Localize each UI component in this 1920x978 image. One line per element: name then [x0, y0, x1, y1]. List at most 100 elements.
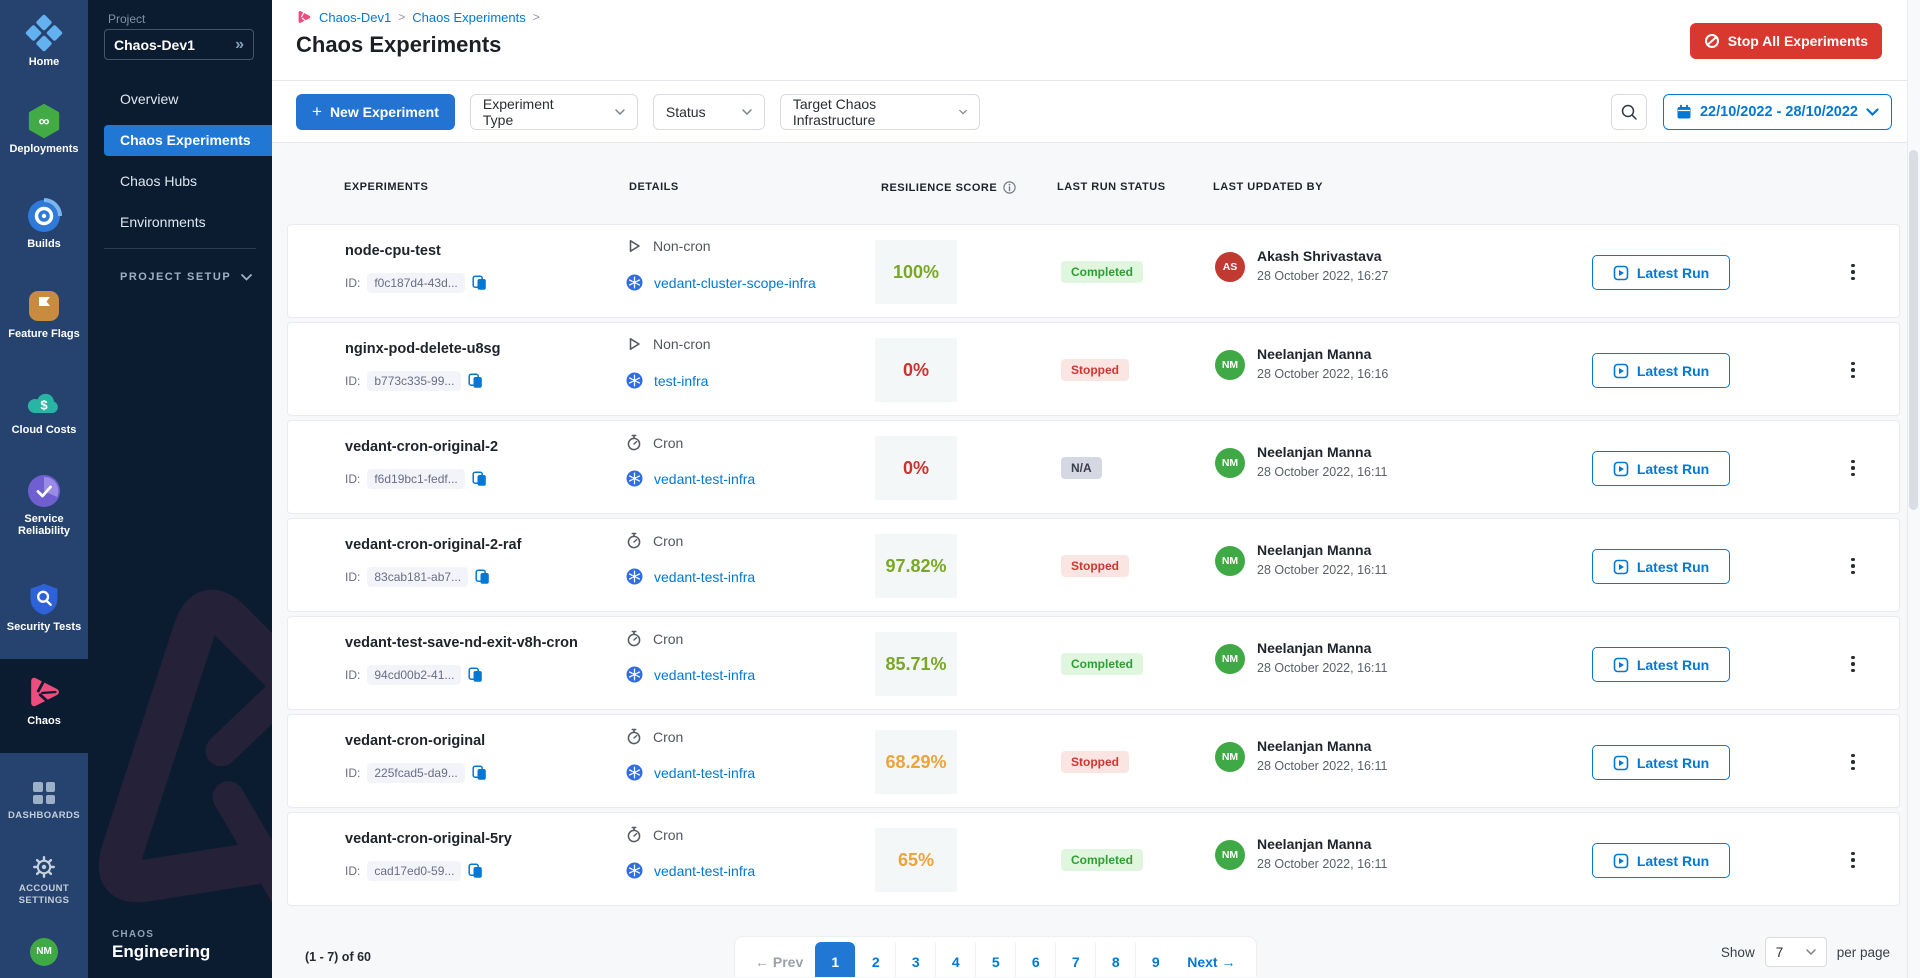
stop-all-experiments-button[interactable]: Stop All Experiments: [1690, 23, 1882, 59]
timer-icon: [626, 532, 642, 549]
schedule-label: Cron: [653, 435, 683, 451]
menu-item-chaos-hubs[interactable]: Chaos Hubs: [88, 166, 272, 197]
row-menu-button[interactable]: [1842, 846, 1864, 874]
prev-page-button[interactable]: ← Prev: [743, 942, 815, 977]
rail-label: Cloud Costs: [0, 424, 88, 436]
sidebar-item-builds[interactable]: Builds: [0, 198, 88, 250]
timer-icon: [626, 434, 642, 451]
table-row: vedant-cron-original ID: 225fcad5-da9...…: [287, 714, 1900, 808]
experiment-name[interactable]: vedant-cron-original-2: [345, 439, 498, 455]
page-button[interactable]: 5: [975, 942, 1015, 977]
project-setup-section[interactable]: PROJECT SETUP: [120, 271, 252, 283]
copy-icon[interactable]: [472, 471, 487, 487]
experiment-name[interactable]: vedant-cron-original-2-raf: [345, 537, 521, 553]
infrastructure-link[interactable]: vedant-test-infra: [654, 471, 755, 487]
copy-icon[interactable]: [472, 765, 487, 781]
sidebar-item-dashboards[interactable]: DASHBOARDS: [0, 780, 88, 822]
row-menu-button[interactable]: [1842, 454, 1864, 482]
schedule-label: Non-cron: [653, 238, 711, 254]
latest-run-label: Latest Run: [1637, 853, 1709, 869]
page-button[interactable]: 4: [935, 942, 975, 977]
filter-target-chaos-infrastructure[interactable]: Target Chaos Infrastructure: [780, 94, 980, 130]
sidebar-item-home[interactable]: Home: [0, 14, 88, 68]
date-range-picker[interactable]: 22/10/2022 - 28/10/2022: [1663, 94, 1892, 130]
infrastructure-link[interactable]: vedant-test-infra: [654, 863, 755, 879]
experiment-id-line: ID: f6d19bc1-fedf...: [345, 469, 487, 489]
collapse-icon[interactable]: »: [235, 36, 244, 54]
per-page-value: 7: [1776, 945, 1784, 960]
infrastructure-link[interactable]: vedant-test-infra: [654, 569, 755, 585]
rail-label: ACCOUNT SETTINGS: [9, 883, 79, 907]
run-icon: [1613, 657, 1629, 673]
latest-run-button[interactable]: Latest Run: [1592, 549, 1730, 584]
copy-icon[interactable]: [475, 569, 490, 585]
row-menu-button[interactable]: [1842, 356, 1864, 384]
copy-icon[interactable]: [468, 373, 483, 389]
breadcrumb-link-experiments[interactable]: Chaos Experiments: [412, 10, 525, 25]
infrastructure-link[interactable]: vedant-test-infra: [654, 667, 755, 683]
page-button[interactable]: 7: [1055, 942, 1095, 977]
row-menu-button[interactable]: [1842, 552, 1864, 580]
user-avatar-rail[interactable]: NM: [0, 938, 88, 966]
row-menu-button[interactable]: [1842, 748, 1864, 776]
page-button[interactable]: 1: [815, 942, 855, 977]
info-icon[interactable]: [1003, 181, 1016, 194]
latest-run-button[interactable]: Latest Run: [1592, 451, 1730, 486]
kubernetes-icon: [626, 666, 643, 683]
next-page-button[interactable]: Next →: [1175, 942, 1247, 977]
latest-run-button[interactable]: Latest Run: [1592, 745, 1730, 780]
vertical-scrollbar[interactable]: [1907, 0, 1920, 978]
page-button[interactable]: 8: [1095, 942, 1135, 977]
copy-icon[interactable]: [472, 275, 487, 291]
copy-icon[interactable]: [468, 667, 483, 683]
sidebar-item-deployments[interactable]: ∞ Deployments: [0, 103, 88, 155]
updated-timestamp: 28 October 2022, 16:11: [1257, 563, 1387, 577]
table-row: vedant-cron-original-2-raf ID: 83cab181-…: [287, 518, 1900, 612]
row-menu-button[interactable]: [1842, 258, 1864, 286]
menu-item-overview[interactable]: Overview: [88, 84, 272, 115]
experiment-name[interactable]: vedant-cron-original-5ry: [345, 831, 512, 847]
menu-item-environments[interactable]: Environments: [88, 207, 272, 238]
latest-run-button[interactable]: Latest Run: [1592, 255, 1730, 290]
sidebar-item-service-reliability[interactable]: Service Reliability: [0, 473, 88, 537]
table-row: vedant-test-save-nd-exit-v8h-cron ID: 94…: [287, 616, 1900, 710]
infrastructure-link[interactable]: vedant-cluster-scope-infra: [654, 275, 816, 291]
experiments-table: EXPERIMENTS DETAILS RESILIENCE SCORE LAS…: [272, 143, 1920, 977]
project-selector[interactable]: Chaos-Dev1 »: [104, 29, 254, 60]
scrollbar-thumb[interactable]: [1909, 150, 1918, 510]
filter-experiment-type[interactable]: Experiment Type: [470, 94, 638, 130]
sidebar-item-cloud-costs[interactable]: $ Cloud Costs: [0, 386, 88, 436]
copy-icon[interactable]: [468, 863, 483, 879]
filter-status[interactable]: Status: [653, 94, 765, 130]
infrastructure-link[interactable]: vedant-test-infra: [654, 765, 755, 781]
page-button[interactable]: 9: [1135, 942, 1175, 977]
per-page-select[interactable]: 7: [1765, 937, 1827, 967]
search-button[interactable]: [1611, 94, 1647, 130]
page-button[interactable]: 3: [895, 942, 935, 977]
latest-run-button[interactable]: Latest Run: [1592, 353, 1730, 388]
experiment-name[interactable]: nginx-pod-delete-u8sg: [345, 341, 500, 357]
filter-label: Target Chaos Infrastructure: [793, 96, 931, 128]
experiment-name[interactable]: vedant-cron-original: [345, 733, 485, 749]
infrastructure-link[interactable]: test-infra: [654, 373, 708, 389]
new-experiment-button[interactable]: + New Experiment: [296, 94, 455, 130]
sidebar-item-chaos[interactable]: Chaos: [0, 673, 88, 727]
prev-arrow-icon: ←: [755, 954, 769, 970]
column-header-last-run-status: LAST RUN STATUS: [1057, 181, 1166, 193]
resilience-score: 97.82%: [885, 556, 946, 577]
latest-run-button[interactable]: Latest Run: [1592, 843, 1730, 878]
sidebar-item-feature-flags[interactable]: Feature Flags: [0, 288, 88, 340]
breadcrumb-link-project[interactable]: Chaos-Dev1: [319, 10, 391, 25]
plus-icon: +: [312, 102, 322, 122]
row-menu-button[interactable]: [1842, 650, 1864, 678]
sidebar-item-account-settings[interactable]: ACCOUNT SETTINGS: [0, 855, 88, 907]
experiment-name[interactable]: node-cpu-test: [345, 243, 441, 259]
experiment-id: 83cab181-ab7...: [367, 567, 468, 587]
experiment-name[interactable]: vedant-test-save-nd-exit-v8h-cron: [345, 635, 578, 651]
menu-item-chaos-experiments[interactable]: Chaos Experiments: [104, 125, 272, 156]
latest-run-button[interactable]: Latest Run: [1592, 647, 1730, 682]
page-button[interactable]: 2: [855, 942, 895, 977]
page-button[interactable]: 6: [1015, 942, 1055, 977]
sidebar-item-security-tests[interactable]: Security Tests: [0, 581, 88, 633]
module-title: Engineering: [112, 942, 210, 962]
